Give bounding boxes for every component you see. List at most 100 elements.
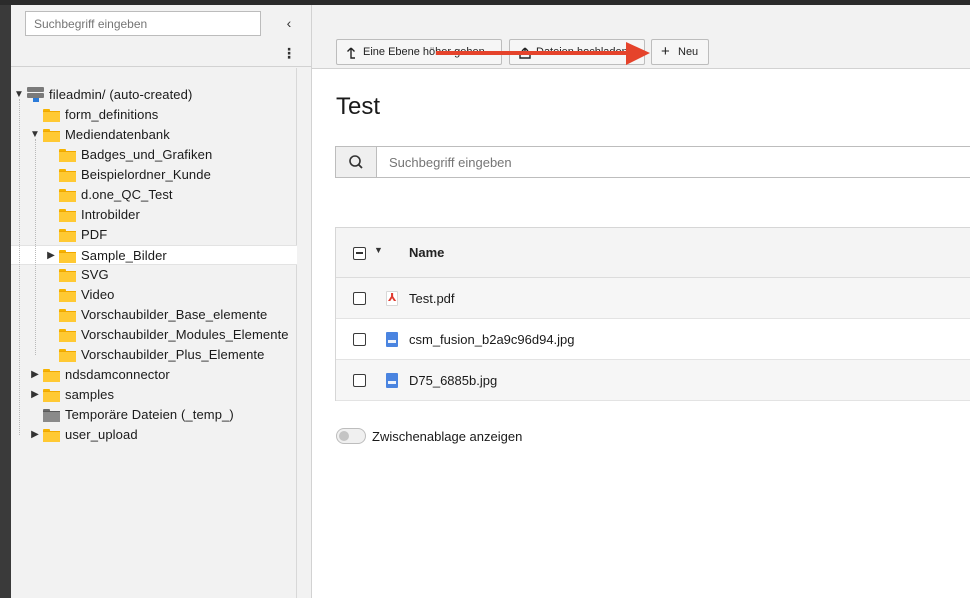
- collapsed-caret-icon[interactable]: ▶: [45, 246, 57, 266]
- folder-icon: [59, 169, 76, 182]
- tree-item[interactable]: Introbilder: [11, 205, 297, 225]
- tree-item-label: Beispielordner_Kunde: [81, 167, 211, 182]
- tree-item-label: Video: [81, 287, 115, 302]
- tree-item-label: Mediendatenbank: [65, 127, 170, 142]
- tree-item[interactable]: SVG: [11, 265, 297, 285]
- tree-item-label: ndsdamconnector: [65, 367, 170, 382]
- folder-icon: [59, 209, 76, 222]
- collapsed-caret-icon[interactable]: ▶: [29, 425, 41, 445]
- folder-icon: [43, 109, 60, 122]
- tree-item-label: samples: [65, 387, 115, 402]
- module-menu-strip: [0, 5, 11, 598]
- collapsed-caret-icon[interactable]: ▶: [29, 385, 41, 405]
- tree-item[interactable]: Vorschaubilder_Modules_Elemente: [11, 325, 297, 345]
- folder-icon: [59, 149, 76, 162]
- doc-header-toolbar: Eine Ebene höher gehen Dateien hochladen…: [312, 5, 970, 69]
- tree-item[interactable]: PDF: [11, 225, 297, 245]
- image-file-icon: [386, 332, 398, 347]
- folder-icon: [59, 250, 76, 263]
- folder-icon: [43, 369, 60, 382]
- new-button[interactable]: + Neu: [651, 39, 709, 65]
- more-options-icon[interactable]: ⋮: [281, 45, 297, 63]
- tree-item[interactable]: Video: [11, 285, 297, 305]
- search-icon[interactable]: [336, 147, 377, 177]
- tree-item-label: Badges_und_Grafiken: [81, 147, 213, 162]
- tree-item[interactable]: Vorschaubilder_Plus_Elemente: [11, 345, 297, 365]
- plus-icon: +: [661, 43, 670, 60]
- file-list-table: ▼ Name Test.pdf csm_fusion_b2a9c96d94.jpg…: [335, 227, 970, 401]
- tree-guide-line: [35, 139, 36, 355]
- chevron-down-icon[interactable]: ▼: [374, 245, 383, 255]
- tree-item[interactable]: ▼ fileadmin/ (auto-created): [11, 85, 297, 105]
- pdf-file-icon: [386, 291, 398, 306]
- table-row[interactable]: D75_6885b.jpg: [336, 360, 970, 401]
- upload-label: Dateien hochladen: [536, 46, 628, 58]
- file-name[interactable]: csm_fusion_b2a9c96d94.jpg: [409, 332, 575, 347]
- tree-item[interactable]: Vorschaubilder_Base_elemente: [11, 305, 297, 325]
- file-name[interactable]: Test.pdf: [409, 291, 455, 306]
- tree-item-label: user_upload: [65, 427, 138, 442]
- collapsed-caret-icon[interactable]: ▶: [29, 365, 41, 385]
- folder-icon: [59, 289, 76, 302]
- clipboard-label: Zwischenablage anzeigen: [372, 429, 523, 444]
- file-search-box: [335, 146, 970, 178]
- tree-item[interactable]: Beispielordner_Kunde: [11, 165, 297, 185]
- new-label: Neu: [678, 46, 699, 58]
- tree-search-input[interactable]: [25, 11, 261, 36]
- collapse-sidebar-icon[interactable]: ‹: [281, 14, 297, 32]
- tree-item-label: fileadmin/ (auto-created): [49, 87, 193, 102]
- folder-icon: [59, 329, 76, 342]
- row-checkbox[interactable]: [353, 374, 366, 387]
- tree-item-label: Vorschaubilder_Modules_Elemente: [81, 327, 289, 342]
- tree-item[interactable]: ▶ samples: [11, 385, 297, 405]
- tree-item-label: Temporäre Dateien (_temp_): [65, 407, 234, 422]
- row-checkbox[interactable]: [353, 333, 366, 346]
- tree-item-label: d.one_QC_Test: [81, 187, 173, 202]
- tree-item[interactable]: ▶ user_upload: [11, 425, 297, 445]
- tree-item-label: SVG: [81, 267, 109, 282]
- folder-icon: [59, 229, 76, 242]
- file-name[interactable]: D75_6885b.jpg: [409, 373, 497, 388]
- level-up-icon: [346, 40, 356, 64]
- tree-item-label: Vorschaubilder_Base_elemente: [81, 307, 268, 322]
- upload-button[interactable]: Dateien hochladen: [509, 39, 645, 65]
- table-header: ▼ Name: [336, 228, 970, 278]
- tree-item-label: Vorschaubilder_Plus_Elemente: [81, 347, 265, 362]
- go-up-button[interactable]: Eine Ebene höher gehen: [336, 39, 502, 65]
- row-checkbox[interactable]: [353, 292, 366, 305]
- page-title: Test: [336, 93, 381, 120]
- tree-item[interactable]: d.one_QC_Test: [11, 185, 297, 205]
- file-search-input[interactable]: [377, 147, 970, 177]
- go-up-label: Eine Ebene höher gehen: [363, 46, 485, 58]
- table-row[interactable]: Test.pdf: [336, 278, 970, 319]
- clipboard-toggle[interactable]: [336, 428, 366, 444]
- folder-icon: [59, 189, 76, 202]
- storage-icon: [27, 87, 44, 102]
- tree-item-label: Introbilder: [81, 207, 140, 222]
- tree-item[interactable]: form_definitions: [11, 105, 297, 125]
- folder-icon: [43, 389, 60, 402]
- tree-item[interactable]: Badges_und_Grafiken: [11, 145, 297, 165]
- sidebar-header: ‹ ⋮: [11, 5, 311, 67]
- image-file-icon: [386, 373, 398, 388]
- folder-icon: [43, 129, 60, 142]
- folder-icon: [43, 429, 60, 442]
- main-content: Eine Ebene höher gehen Dateien hochladen…: [312, 5, 970, 598]
- folder-icon: [43, 409, 60, 422]
- tree-guide-line: [19, 99, 20, 435]
- upload-icon: [519, 40, 531, 64]
- tree-item-label: PDF: [81, 227, 108, 242]
- tree-item-label: form_definitions: [65, 107, 159, 122]
- folder-icon: [59, 349, 76, 362]
- tree-item-label: Sample_Bilder: [81, 248, 167, 263]
- tree-item[interactable]: Temporäre Dateien (_temp_): [11, 405, 297, 425]
- tree-item[interactable]: ▶ Sample_Bilder: [11, 245, 297, 265]
- folder-icon: [59, 309, 76, 322]
- select-all-checkbox[interactable]: [353, 247, 366, 260]
- tree-item[interactable]: ▼ Mediendatenbank: [11, 125, 297, 145]
- folder-icon: [59, 269, 76, 282]
- table-row[interactable]: csm_fusion_b2a9c96d94.jpg: [336, 319, 970, 360]
- tree-item[interactable]: ▶ ndsdamconnector: [11, 365, 297, 385]
- file-tree-sidebar: ‹ ⋮ ▼fileadmin/ (auto-created) form_defin…: [11, 5, 312, 598]
- column-name[interactable]: Name: [409, 245, 444, 260]
